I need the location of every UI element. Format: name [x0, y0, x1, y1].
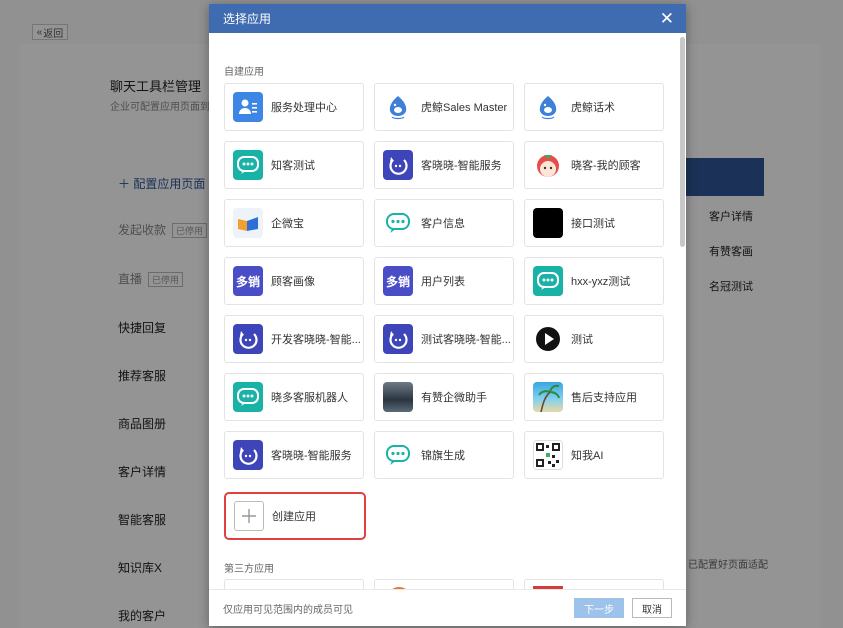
refresh-bot-icon	[383, 324, 413, 354]
app-card[interactable]: 多销 顾客画像	[224, 257, 364, 305]
beach-photo-icon	[533, 382, 563, 412]
orca-icon	[383, 92, 413, 122]
refresh-bot-icon	[383, 150, 413, 180]
app-name: 顾客画像	[271, 276, 315, 288]
app-card[interactable]	[224, 579, 364, 589]
orca-icon	[533, 92, 563, 122]
app-grid: 服务处理中心 虎鲸Sales Master 虎鲸话术 知客测试 客晓晓-智能服务…	[224, 83, 664, 479]
contact-card-icon	[233, 92, 263, 122]
app-card[interactable]: 虎鲸话术	[524, 83, 664, 131]
play-icon	[533, 324, 563, 354]
fold-icon	[233, 208, 263, 238]
app-name: 测试客晓晓-智能...	[421, 334, 511, 346]
close-icon[interactable]: ✕	[660, 10, 674, 27]
visibility-note: 仅应用可见范围内的成员可见	[223, 604, 353, 616]
app-card[interactable]	[524, 579, 664, 589]
app-name: 锦旗生成	[421, 450, 465, 462]
app-card[interactable]: 多销 用户列表	[374, 257, 514, 305]
app-card[interactable]: 企微宝	[224, 199, 364, 247]
tomato-face-icon	[533, 150, 563, 180]
app-name: 企微宝	[271, 218, 304, 230]
app-card[interactable]: 虎鲸Sales Master	[374, 83, 514, 131]
app-card[interactable]: 知客测试	[224, 141, 364, 189]
app-name: 客晓晓-智能服务	[421, 160, 502, 172]
app-card[interactable]: 有赞企微助手	[374, 373, 514, 421]
app-card[interactable]: 测试	[524, 315, 664, 363]
duoxiao-icon: 多销	[233, 266, 263, 296]
app-name: 有赞企微助手	[421, 392, 487, 404]
app-name: 服务处理中心	[271, 102, 337, 114]
third-party-app-row	[224, 579, 664, 589]
app-card[interactable]: 锦旗生成	[374, 431, 514, 479]
app-name: 知我AI	[571, 450, 604, 462]
app-name: 接口测试	[571, 218, 615, 230]
dialog-header: 选择应用 ✕	[209, 4, 686, 33]
plus-icon	[234, 501, 264, 531]
dialog-body: 自建应用 服务处理中心 虎鲸Sales Master 虎鲸话术 知客测试 客晓晓…	[209, 33, 686, 589]
storm-photo-icon	[383, 382, 413, 412]
chat-bot-icon	[233, 382, 263, 412]
cancel-button[interactable]: 取消	[632, 598, 672, 618]
qr-code-icon	[533, 440, 563, 470]
app-name: 虎鲸Sales Master	[421, 102, 508, 114]
app-card[interactable]: 客晓晓-智能服务	[374, 141, 514, 189]
refresh-bot-icon	[233, 440, 263, 470]
app-card[interactable]: hxx-yxz测试	[524, 257, 664, 305]
app-card[interactable]: 客晓晓-智能服务	[224, 431, 364, 479]
chat-bot-outline-icon	[383, 208, 413, 238]
refresh-bot-icon	[233, 324, 263, 354]
select-app-dialog: 选择应用 ✕ 自建应用 服务处理中心 虎鲸Sales Master 虎鲸话术 知…	[209, 4, 686, 626]
black-square-icon	[533, 208, 563, 238]
app-card[interactable]: 晓客-我的顾客	[524, 141, 664, 189]
app-card[interactable]: 知我AI	[524, 431, 664, 479]
app-name: 虎鲸话术	[571, 102, 615, 114]
chat-bot-icon	[533, 266, 563, 296]
dialog-footer: 仅应用可见范围内的成员可见 下一步 取消	[209, 589, 686, 626]
chat-bot-icon	[233, 150, 263, 180]
section-label-custom: 自建应用	[224, 67, 264, 78]
app-card[interactable]: 测试客晓晓-智能...	[374, 315, 514, 363]
duoxiao-icon: 多销	[383, 266, 413, 296]
app-name: 知客测试	[271, 160, 315, 172]
app-card[interactable]: 晓多客服机器人	[224, 373, 364, 421]
app-name: 晓多客服机器人	[271, 392, 348, 404]
create-app-button[interactable]: 创建应用	[224, 492, 366, 540]
scrollbar[interactable]	[680, 37, 685, 247]
app-card[interactable]: 客户信息	[374, 199, 514, 247]
app-name: 开发客晓晓-智能...	[271, 334, 361, 346]
app-name: 客晓晓-智能服务	[271, 450, 352, 462]
dialog-title: 选择应用	[223, 12, 272, 26]
app-name: 晓客-我的顾客	[571, 160, 641, 172]
app-card[interactable]: 服务处理中心	[224, 83, 364, 131]
app-card[interactable]	[374, 579, 514, 589]
app-card[interactable]: 开发客晓晓-智能...	[224, 315, 364, 363]
app-card[interactable]: 售后支持应用	[524, 373, 664, 421]
next-button[interactable]: 下一步	[574, 598, 624, 618]
app-name: 测试	[571, 334, 593, 346]
app-name: 售后支持应用	[571, 392, 637, 404]
create-app-label: 创建应用	[272, 511, 316, 523]
app-name: hxx-yxz测试	[571, 276, 631, 288]
app-card[interactable]: 接口测试	[524, 199, 664, 247]
section-label-third-party: 第三方应用	[224, 564, 274, 575]
app-name: 客户信息	[421, 218, 465, 230]
app-name: 用户列表	[421, 276, 465, 288]
chat-bot-outline-icon	[383, 440, 413, 470]
